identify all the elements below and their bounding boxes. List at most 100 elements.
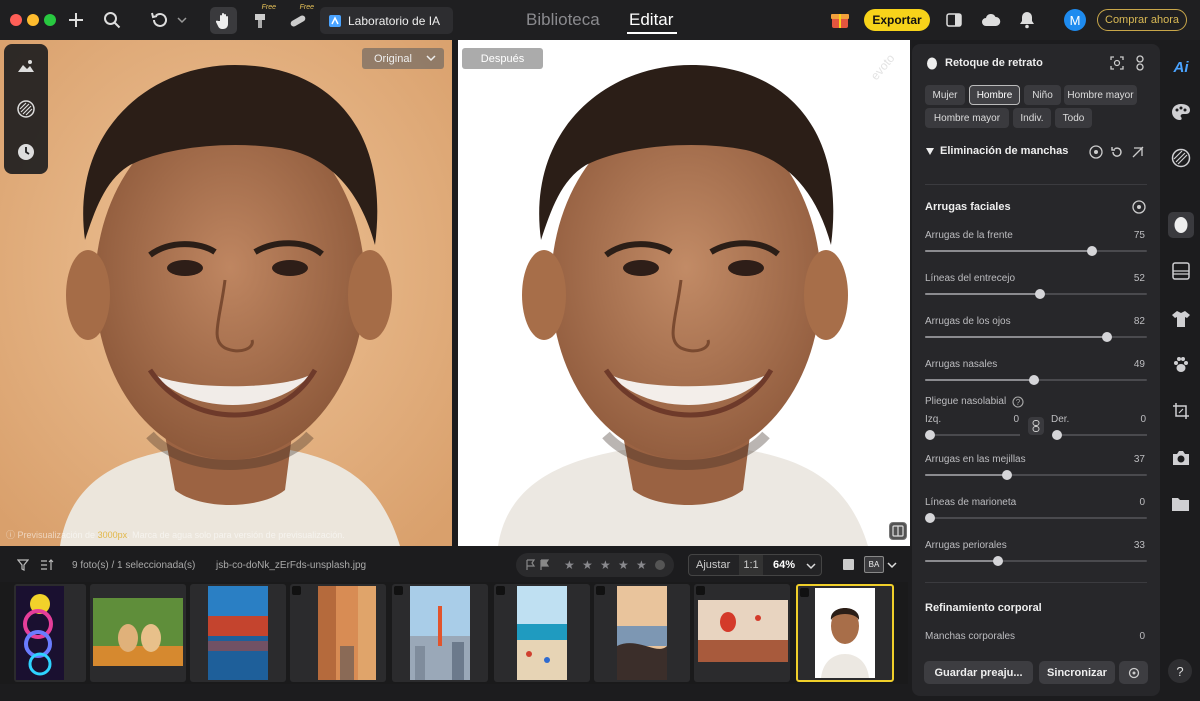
export-button[interactable]: Exportar	[864, 9, 930, 31]
user-avatar[interactable]: M	[1064, 9, 1086, 31]
camera-icon[interactable]	[1170, 447, 1192, 469]
help-circle-icon[interactable]: ?	[1012, 396, 1024, 408]
chip-mujer[interactable]: Mujer	[925, 85, 965, 105]
link-icon[interactable]	[1134, 55, 1146, 71]
chip-hombre-mayor-2[interactable]: Hombre mayor	[925, 108, 1009, 128]
thumbnail-portrait-selected[interactable]	[796, 584, 894, 682]
after-photo[interactable]: evoto evoto evoto	[458, 40, 910, 546]
close-window-button[interactable]	[10, 14, 22, 26]
chevron-down-icon[interactable]	[176, 14, 188, 26]
pet-paw-icon[interactable]	[1170, 354, 1192, 376]
help-button[interactable]: ?	[1168, 659, 1192, 683]
history-clock-icon[interactable]	[16, 142, 36, 162]
thumbnail-city[interactable]	[392, 584, 488, 682]
thumbnail-neon[interactable]	[14, 584, 86, 682]
fit-button[interactable]: Ajustar	[696, 559, 730, 571]
eye-wrinkles-slider[interactable]	[925, 332, 1147, 342]
star-icon[interactable]: ★	[564, 558, 575, 572]
nasolabial-left-slider[interactable]	[925, 430, 1020, 440]
tab-biblioteca[interactable]: Biblioteca	[526, 10, 600, 30]
texture-icon[interactable]	[1170, 147, 1192, 169]
split-compare-icon[interactable]	[889, 522, 907, 540]
palette-icon[interactable]	[1170, 101, 1192, 123]
slider-knob[interactable]	[925, 430, 935, 440]
thumbnail-harbor[interactable]	[190, 584, 286, 682]
thumbnail-balloons[interactable]	[694, 584, 790, 682]
star-icon[interactable]: ★	[618, 558, 629, 572]
marionette-lines-slider[interactable]	[925, 513, 1147, 523]
sync-settings-button[interactable]	[1119, 661, 1148, 684]
flag-icon[interactable]	[525, 559, 536, 570]
buy-now-button[interactable]: Comprar ahora	[1097, 9, 1187, 31]
minimize-window-button[interactable]	[27, 14, 39, 26]
slider-knob[interactable]	[925, 513, 935, 523]
folder-icon[interactable]	[1170, 493, 1192, 515]
add-icon[interactable]	[66, 10, 86, 30]
single-view-icon[interactable]	[843, 559, 854, 570]
chevron-down-icon[interactable]	[887, 561, 897, 569]
gift-icon[interactable]	[829, 9, 851, 31]
one-to-one-button[interactable]: 1:1	[739, 555, 763, 575]
maximize-window-button[interactable]	[44, 14, 56, 26]
perioral-wrinkles-slider[interactable]	[925, 556, 1147, 566]
sort-icon[interactable]	[40, 559, 54, 571]
portrait-retouch-icon[interactable]	[1168, 212, 1194, 238]
cheek-wrinkles-slider[interactable]	[925, 470, 1147, 480]
chip-hombre-mayor[interactable]: Hombre mayor	[1064, 85, 1137, 105]
ai-icon[interactable]: Ai	[1170, 56, 1192, 78]
reject-flag-icon[interactable]	[539, 559, 550, 570]
forehead-wrinkles-slider[interactable]	[925, 246, 1147, 256]
chip-nino[interactable]: Niño	[1024, 85, 1061, 105]
chip-hombre[interactable]: Hombre	[969, 85, 1020, 105]
before-after-view-button[interactable]: BA	[864, 556, 884, 573]
frown-lines-slider[interactable]	[925, 289, 1147, 299]
zoom-level[interactable]: 64%	[773, 559, 795, 571]
cloud-icon[interactable]	[980, 10, 1002, 30]
ai-lab-button[interactable]: Laboratorio de IA	[320, 7, 453, 34]
color-label-icon[interactable]	[655, 560, 665, 570]
hand-tool-button[interactable]	[210, 7, 237, 34]
search-icon[interactable]	[102, 10, 122, 30]
thumbnail-beach[interactable]	[494, 584, 590, 682]
undo-icon[interactable]	[149, 10, 171, 30]
slider-knob[interactable]	[1102, 332, 1113, 342]
landscape-adjust-icon[interactable]	[16, 56, 36, 76]
clothing-icon[interactable]	[1170, 308, 1192, 330]
texture-icon[interactable]	[16, 99, 36, 119]
slider-knob[interactable]	[1002, 470, 1013, 480]
chevron-down-icon[interactable]	[806, 562, 816, 570]
link-sides-button[interactable]	[1028, 417, 1044, 435]
eye-icon[interactable]	[1132, 200, 1146, 214]
eraser-icon[interactable]	[1131, 145, 1145, 159]
eye-icon[interactable]	[1089, 145, 1103, 159]
thumbnail-alley[interactable]	[290, 584, 386, 682]
caret-down-icon[interactable]	[926, 148, 934, 155]
section-blemish-removal[interactable]: Eliminación de manchas	[940, 145, 1068, 157]
bell-icon[interactable]	[1017, 10, 1037, 30]
chip-indiv[interactable]: Indiv.	[1013, 108, 1051, 128]
slider-knob[interactable]	[1086, 246, 1097, 256]
original-view-dropdown[interactable]: Original	[362, 48, 444, 69]
reset-icon[interactable]	[1110, 145, 1124, 159]
crop-icon[interactable]	[1170, 400, 1192, 422]
slider-knob[interactable]	[1035, 289, 1046, 299]
save-preset-button[interactable]: Guardar preaju...	[924, 661, 1033, 684]
face-scan-icon[interactable]	[1110, 56, 1124, 70]
original-photo[interactable]	[0, 40, 452, 546]
nasolabial-right-slider[interactable]	[1052, 430, 1147, 440]
thumbnail-sunset[interactable]	[594, 584, 690, 682]
background-icon[interactable]	[1170, 260, 1192, 282]
star-icon[interactable]: ★	[636, 558, 647, 572]
patch-tool-button[interactable]: Free	[286, 4, 314, 34]
sidebar-toggle-icon[interactable]	[944, 10, 964, 30]
star-icon[interactable]: ★	[600, 558, 611, 572]
thumbnail-puppies[interactable]	[90, 584, 186, 682]
star-icon[interactable]: ★	[582, 558, 593, 572]
slider-knob[interactable]	[1028, 375, 1039, 385]
sync-button[interactable]: Sincronizar	[1039, 661, 1115, 684]
chip-todo[interactable]: Todo	[1055, 108, 1092, 128]
brush-tool-button[interactable]: Free	[248, 4, 276, 34]
filter-icon[interactable]	[17, 559, 29, 571]
tab-editar[interactable]: Editar	[629, 10, 673, 30]
slider-knob[interactable]	[993, 556, 1004, 566]
